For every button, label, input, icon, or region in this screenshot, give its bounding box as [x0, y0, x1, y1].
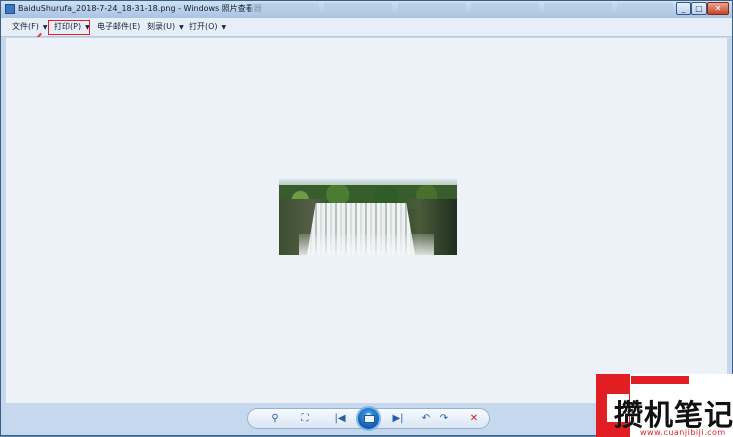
blurred-tab — [251, 3, 319, 14]
menu-bar: 文件(F)▼ 打印(P)▼ 电子邮件(E) 刻录(U)▼ 打开(O)▼ ? — [1, 18, 732, 48]
waterfall-photo — [279, 179, 457, 255]
blurred-tab — [544, 3, 612, 14]
menu-open[interactable]: 打开(O) ▼ — [189, 21, 226, 32]
close-button[interactable]: ✕ — [707, 2, 729, 15]
previous-icon[interactable]: |◀ — [329, 412, 351, 426]
app-icon — [5, 4, 15, 14]
blurred-tab — [324, 3, 392, 14]
blurred-tab — [617, 3, 673, 14]
rotate-right-icon[interactable]: ↷ — [437, 412, 451, 426]
menu-burn[interactable]: 刻录(U) ▼ — [147, 21, 184, 32]
menu-email[interactable]: 电子邮件(E) — [97, 21, 140, 32]
blurred-tab — [471, 3, 539, 14]
chevron-down-icon: ▼ — [221, 24, 227, 31]
rotate-left-icon[interactable]: ↶ — [419, 412, 433, 426]
delete-icon[interactable]: ✕ — [466, 412, 482, 426]
photo-viewer-window: BaiduShurufa_2018-7-24_18-31-18.png - Wi… — [0, 0, 733, 437]
window-title: BaiduShurufa_2018-7-24_18-31-18.png - Wi… — [18, 4, 262, 13]
blurred-tab — [398, 3, 466, 14]
print-highlight-box — [48, 20, 90, 35]
title-bar[interactable]: BaiduShurufa_2018-7-24_18-31-18.png - Wi… — [1, 1, 732, 18]
watermark-top-band — [631, 376, 689, 384]
slideshow-icon — [364, 415, 375, 423]
viewer-controls: ⚲ ⛶ |◀ ▶| ↶ ↷ ✕ — [247, 406, 490, 431]
chevron-down-icon: ▼ — [42, 24, 48, 31]
zoom-icon[interactable]: ⚲ — [263, 412, 287, 426]
slideshow-button[interactable] — [356, 406, 381, 431]
minimize-button[interactable]: _ — [676, 2, 691, 15]
watermark: 攒机笔记 www.cuanjibiji.com — [596, 374, 733, 437]
next-icon[interactable]: ▶| — [387, 412, 409, 426]
maximize-button[interactable]: □ — [691, 2, 707, 15]
actual-size-icon[interactable]: ⛶ — [296, 412, 314, 426]
chevron-down-icon: ▼ — [179, 24, 184, 31]
photo-mist — [299, 234, 434, 255]
menu-file[interactable]: 文件(F) ▼ — [12, 21, 47, 32]
